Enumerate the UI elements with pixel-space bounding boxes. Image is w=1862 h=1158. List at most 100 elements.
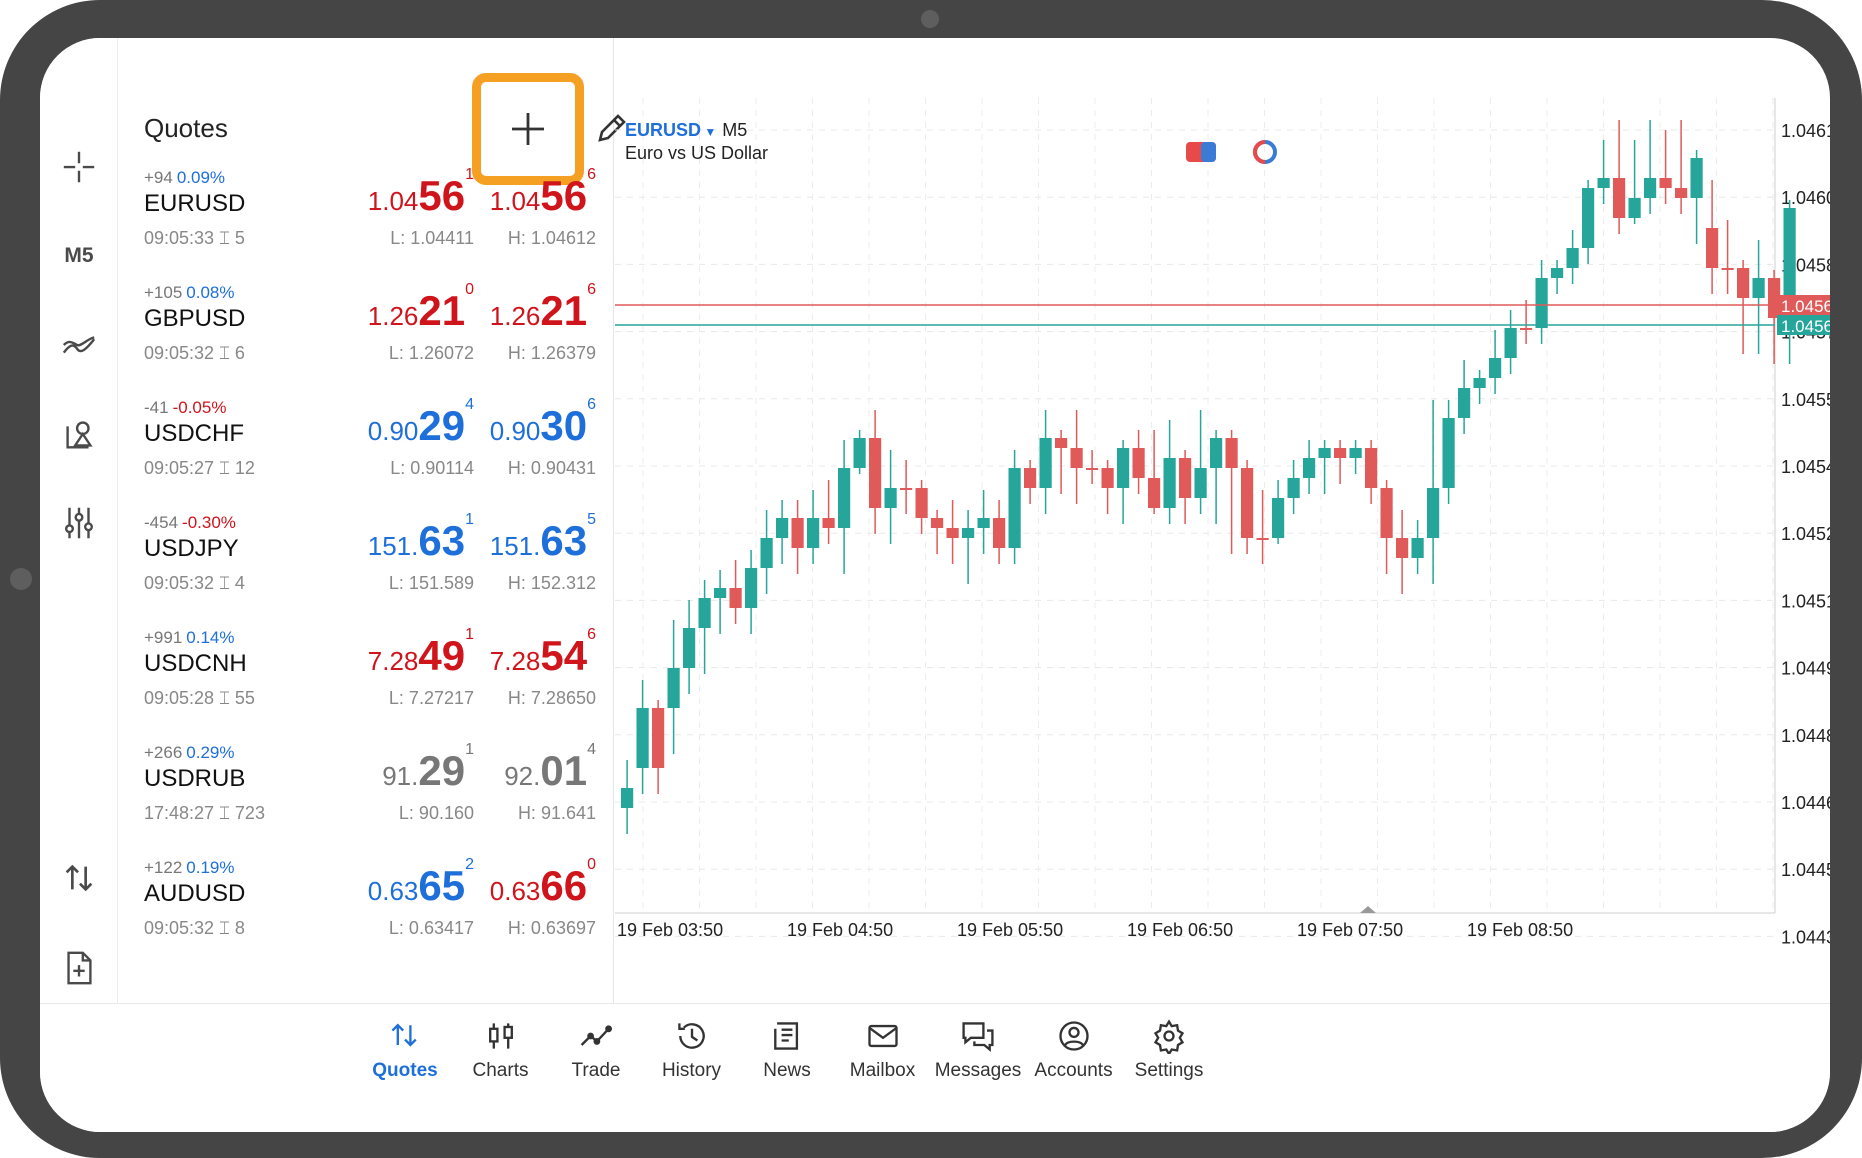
ask-price[interactable]: 151.635 <box>489 511 596 565</box>
candle-body <box>1287 478 1300 498</box>
bid-price[interactable]: 1.04561 <box>368 166 474 220</box>
low-price: L: 151.589 <box>388 573 474 593</box>
plus-icon <box>512 113 544 145</box>
nav-label: News <box>763 1060 811 1081</box>
candle-body <box>1551 268 1564 278</box>
nav-accounts[interactable]: Accounts <box>1019 1018 1129 1082</box>
chart-symbol[interactable]: EURUSD <box>625 120 701 140</box>
quote-spread: 6 <box>234 343 245 363</box>
candle-body <box>1535 278 1548 328</box>
ask-price[interactable]: 92.014 <box>504 741 596 795</box>
quote-row[interactable]: +266 0.29% USDRUB 17:48:27 ⌶ 723 91.291 9… <box>118 741 614 858</box>
chart-description: Euro vs US Dollar <box>625 143 769 163</box>
crosshair-icon[interactable] <box>54 142 104 192</box>
objects-icon[interactable] <box>54 409 104 459</box>
bid-price[interactable]: 0.63652 <box>367 856 474 910</box>
bid-big-digits: 29 <box>418 747 466 794</box>
bid-price[interactable]: 151.631 <box>367 511 474 565</box>
quote-change: +266 0.29% <box>144 743 235 763</box>
quote-row[interactable]: +105 0.08% GBPUSD 09:05:32 ⌶ 6 1.26210 1.… <box>118 281 614 398</box>
ask-price[interactable]: 0.90306 <box>490 396 596 450</box>
indicators-icon[interactable] <box>54 320 104 370</box>
quote-row[interactable]: -41 -0.05% USDCHF 09:05:27 ⌶ 12 0.90294 0… <box>118 396 614 513</box>
bid-price[interactable]: 1.26210 <box>367 281 474 335</box>
symbol-dropdown-icon[interactable]: ▼ <box>701 125 716 139</box>
new-order-icon[interactable] <box>54 943 104 993</box>
quote-row[interactable]: +991 0.14% USDCNH 09:05:28 ⌶ 55 7.28491 7… <box>118 626 614 743</box>
bid-prefix: 0.90 <box>367 416 419 446</box>
candle-body <box>683 628 696 668</box>
settings-sliders-icon[interactable] <box>54 498 104 548</box>
candle-body <box>714 588 727 598</box>
news-icon <box>774 1022 799 1050</box>
candle-body <box>636 708 649 768</box>
change-points: -41 <box>144 398 169 417</box>
quote-timestamp: 17:48:27 <box>144 803 215 823</box>
quote-timestamp: 09:05:32 <box>144 343 215 363</box>
high-price: H: 91.641 <box>517 803 596 823</box>
candle-body <box>1675 188 1688 198</box>
quote-row[interactable]: -454 -0.30% USDJPY 09:05:32 ⌶ 4 151.631 1… <box>118 511 614 628</box>
candle-body <box>791 518 804 548</box>
low-price: L: 90.160 <box>398 803 474 823</box>
nav-mailbox[interactable]: Mailbox <box>828 1018 938 1082</box>
nav-news[interactable]: News <box>732 1018 842 1082</box>
one-click-trading-icon[interactable] <box>54 853 104 903</box>
candle-body <box>853 438 866 468</box>
candle-body <box>1194 468 1207 498</box>
ask-price[interactable]: 7.28546 <box>490 626 596 680</box>
candle-body <box>1210 438 1223 468</box>
quote-symbol: USDJPY <box>144 535 239 562</box>
bid-prefix: 0.63 <box>367 876 419 906</box>
nav-trade[interactable]: Trade <box>541 1018 651 1082</box>
ask-price[interactable]: 1.26216 <box>490 281 596 335</box>
candle-body <box>1597 178 1610 188</box>
quote-row[interactable]: +122 0.19% AUDUSD 09:05:32 ⌶ 8 0.63652 0.… <box>118 856 614 973</box>
timeframe-button[interactable]: M5 <box>54 231 104 281</box>
candle-body <box>1318 448 1331 458</box>
spread-icon: ⌶ <box>219 918 230 938</box>
ask-pip: 4 <box>587 741 596 758</box>
candle-body <box>962 528 975 538</box>
quote-time: 09:05:28 ⌶ 55 <box>144 688 255 709</box>
candle-body <box>1442 418 1455 488</box>
candle-body <box>1256 538 1269 540</box>
chart-canvas[interactable]: 1.046151.046001.045851.045701.045551.045… <box>615 68 1830 1003</box>
ask-price[interactable]: 0.63660 <box>490 856 596 910</box>
nav-settings[interactable]: Settings <box>1114 1018 1224 1082</box>
price-label: 1.04480 <box>1781 726 1830 746</box>
quotes-title: Quotes <box>144 113 228 143</box>
candle-body <box>729 588 742 608</box>
bid-prefix: 1.26 <box>367 301 419 331</box>
chart-symbol-header[interactable]: EURUSD ▼ M5 <box>625 120 747 141</box>
ask-price[interactable]: 1.04566 <box>490 166 596 220</box>
quote-row[interactable]: +94 0.09% EURUSD 09:05:33 ⌶ 5 1.04561 1.0… <box>118 166 614 283</box>
ask-prefix: 151. <box>489 531 541 561</box>
bid-price[interactable]: 0.90294 <box>367 396 474 450</box>
time-label: 19 Feb 07:50 <box>1297 920 1403 940</box>
high-price: H: 1.26379 <box>507 343 596 363</box>
quote-symbol: GBPUSD <box>144 305 246 332</box>
bid-price[interactable]: 7.28491 <box>368 626 474 680</box>
nav-messages[interactable]: Messages <box>923 1018 1033 1082</box>
quote-change: +991 0.14% <box>144 628 235 648</box>
bid-big-digits: 49 <box>418 632 466 679</box>
nav-charts[interactable]: Charts <box>446 1018 556 1082</box>
bid-pip: 4 <box>465 396 474 413</box>
candle-body <box>698 598 711 628</box>
price-chart[interactable]: 1.046151.046001.045851.045701.045551.045… <box>615 68 1830 1003</box>
bid-price[interactable]: 91.291 <box>382 741 474 795</box>
ask-big-digits: 56 <box>540 172 588 219</box>
bid-prefix: 151. <box>367 531 419 561</box>
candle-body <box>652 708 665 768</box>
change-percent: 0.19% <box>186 858 235 877</box>
nav-history[interactable]: History <box>637 1018 747 1082</box>
bid-pip: 0 <box>465 281 474 298</box>
nav-quotes[interactable]: Quotes <box>350 1018 460 1082</box>
candle-body <box>1334 448 1347 458</box>
change-percent: -0.05% <box>172 398 227 417</box>
app-screen: M5 Quotes +94 0.09% EURUSD 09:05:33 ⌶ 5 … <box>40 38 1830 1132</box>
quote-time: 09:05:32 ⌶ 6 <box>144 343 245 364</box>
bid-big-digits: 21 <box>418 287 466 334</box>
spread-icon: ⌶ <box>219 228 230 248</box>
